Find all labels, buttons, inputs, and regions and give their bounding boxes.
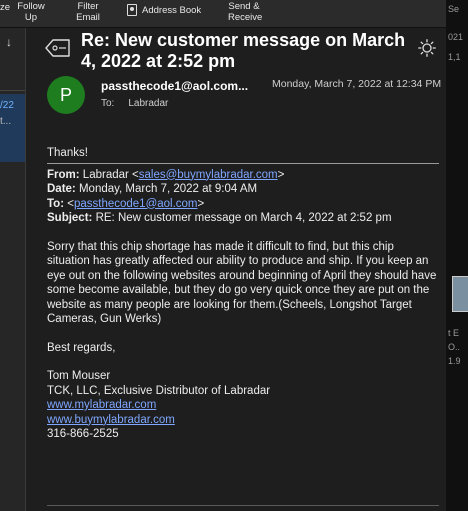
quote-divider <box>47 162 439 164</box>
quoted-to-line: To: <passthecode1@aol.com> <box>47 197 439 212</box>
send-receive-label-line2: Receive <box>228 12 263 23</box>
tag-back-icon[interactable] <box>44 37 72 59</box>
subject-value: RE: New customer message on March 4, 202… <box>95 212 392 224</box>
bg-text-1: Se <box>448 4 460 14</box>
toolbar: ze Follow Up Filter Email Address Book S… <box>0 0 468 28</box>
recipient-row: To: Labradar <box>101 98 168 109</box>
bg-text-2: 021 <box>448 32 464 42</box>
filter-email-label-line2: Email <box>76 12 100 23</box>
reply-text: Thanks! <box>47 147 88 159</box>
from-name-text: Labradar < <box>82 168 139 181</box>
background-window-edge: Se 021 1,1 t E O.. 1.9 <box>446 0 468 511</box>
quoted-from-line: From: Labradar <sales@buymylabradar.com> <box>47 168 439 183</box>
message-body: Thanks! From: Labradar <sales@buymylabra… <box>47 146 439 442</box>
quoted-subject-line: Subject: RE: New customer message on Mar… <box>47 211 439 226</box>
to-label-quoted: To: <box>47 197 65 210</box>
recipient-name[interactable]: Labradar <box>128 98 168 109</box>
signature-name: Tom Mouser <box>47 370 111 382</box>
to-open: < <box>67 197 74 210</box>
send-receive-button[interactable]: Send & Receive <box>228 1 263 23</box>
message-subject: Re: New customer message on March 4, 202… <box>81 30 406 71</box>
address-book-icon <box>127 4 137 16</box>
follow-up-button[interactable]: Follow Up <box>16 1 46 23</box>
avatar: P <box>47 76 85 114</box>
follow-up-label-line2: Up <box>24 12 38 23</box>
message-item-date: /22 <box>0 100 14 111</box>
from-close: > <box>277 168 285 181</box>
filter-email-label-line1: Filter <box>77 1 99 12</box>
bg-text-3: 1,1 <box>448 52 461 62</box>
to-label: To: <box>101 98 115 109</box>
date-label: Date: <box>47 183 76 195</box>
to-email-link[interactable]: passthecode1@aol.com <box>74 198 198 210</box>
arrow-down-icon[interactable]: ↓ <box>6 35 12 49</box>
send-receive-label-line1: Send & <box>228 1 260 12</box>
divider <box>47 505 439 506</box>
bg-thumbnail <box>452 276 468 312</box>
from-label: From: <box>47 168 80 181</box>
subject-label: Subject: <box>47 212 93 224</box>
sender-name[interactable]: passthecode1@aol.com... <box>101 79 248 93</box>
bg-text-6: 1.9 <box>448 356 461 366</box>
to-close: > <box>197 197 205 210</box>
filter-email-button[interactable]: Filter Email <box>74 1 102 23</box>
reply-label: ze <box>0 2 11 13</box>
message-item-preview: t... <box>0 116 12 127</box>
signature-company: TCK, LLC, Exclusive Distributor of Labra… <box>47 384 271 397</box>
message-paragraph: Sorry that this chip shortage has made i… <box>47 240 437 326</box>
address-book-label: Address Book <box>142 4 202 16</box>
from-email-link[interactable]: sales@buymylabradar.com <box>139 169 278 181</box>
quoted-date-line: Date: Monday, March 7, 2022 at 9:04 AM <box>47 182 439 197</box>
signature-phone: 316-866-2525 <box>47 428 119 440</box>
message-header: Re: New customer message on March 4, 202… <box>25 28 446 124</box>
closing: Best regards, <box>47 341 116 354</box>
divider <box>0 90 25 91</box>
bg-text-4: t E <box>448 328 460 338</box>
follow-up-label-line1: Follow <box>17 1 45 12</box>
reply-button-partial[interactable]: ze <box>0 2 10 13</box>
message-date: Monday, March 7, 2022 at 12:34 PM <box>272 78 442 90</box>
message-list-pane: ↓ /22 t... <box>0 28 26 511</box>
address-book-button[interactable]: Address Book <box>127 4 201 16</box>
bg-text-5: O.. <box>448 342 461 352</box>
signature-link-mylabradar[interactable]: www.mylabradar.com <box>47 399 156 411</box>
date-value: Monday, March 7, 2022 at 9:04 AM <box>78 183 258 195</box>
signature-link-buymylabradar[interactable]: www.buymylabradar.com <box>47 414 175 426</box>
